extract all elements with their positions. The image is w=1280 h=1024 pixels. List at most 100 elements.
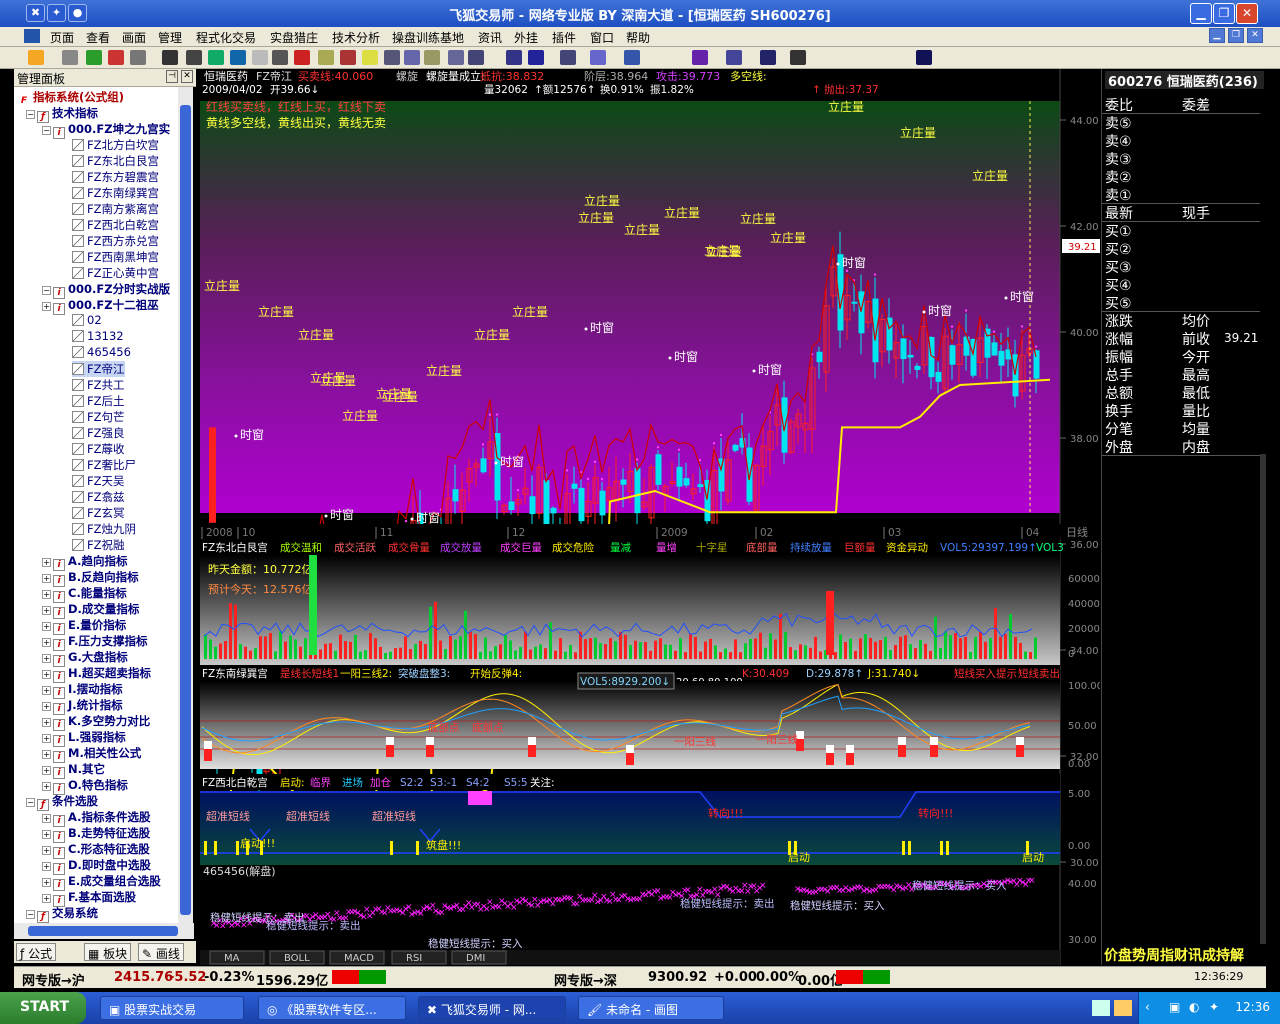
start-button[interactable]: START [0,992,86,1024]
tree-item[interactable]: FZ蓐收 [72,441,125,457]
quote-scrollbar[interactable] [1260,454,1266,944]
expand-icon[interactable]: + [42,686,51,695]
tree-item[interactable]: FZ东南绿巽宫 [72,185,159,201]
expand-icon[interactable]: + [42,862,51,871]
app-small-icon[interactable] [24,29,40,43]
tree-item[interactable]: 02 [72,313,102,329]
expand-icon[interactable]: + [42,702,51,711]
tree-item[interactable]: − i 000.FZ坤之九宫实 [42,121,170,139]
menu-item[interactable]: 资讯 [478,29,502,46]
expand-icon[interactable]: + [42,782,51,791]
tree-hscrollbar[interactable] [14,923,194,939]
task-feihu[interactable]: ✖ 飞狐交易师 - 网... [418,996,566,1020]
book2-icon[interactable] [272,50,288,65]
sh-index-name[interactable]: 网专版→沪 [22,970,85,989]
minimize-button[interactable]: ▁ [1190,3,1212,24]
menu-item[interactable]: 页面 [50,29,74,46]
expand-icon[interactable]: + [42,846,51,855]
tree-item[interactable]: + i H.超买超卖指标 [42,665,151,683]
layout3-icon[interactable] [424,50,440,65]
save-as-icon[interactable] [62,50,78,65]
open-icon[interactable] [28,50,44,65]
layout1-icon[interactable] [384,50,400,65]
tree-item[interactable]: FZ翕兹 [72,489,125,505]
mdi-close-icon[interactable]: ✕ [1247,28,1263,43]
menu-item[interactable]: 查看 [86,29,110,46]
ime-icon[interactable] [1114,1000,1132,1016]
task-stock-trade[interactable]: ▣ 股票实战交易 [100,996,244,1020]
tree-scrollbar[interactable] [178,87,193,923]
zoom-icon[interactable] [318,50,334,65]
expand-icon[interactable]: + [42,878,51,887]
tree-item[interactable]: + i O.特色指标 [42,777,128,795]
right-icon[interactable] [130,50,146,65]
tree-item[interactable]: FZ北方白坎宫 [72,137,159,153]
task-forum[interactable]: ◎ 《股票软件专区... [258,996,406,1020]
tree-item[interactable]: + i D.即时盘中选股 [42,857,151,875]
close-button[interactable]: ✕ [1236,3,1258,24]
tree-item[interactable]: FZ句芒 [72,409,125,425]
table-icon[interactable] [208,50,224,65]
menu-item[interactable]: 程式化交易 [196,29,256,46]
menu-item[interactable]: 画面 [122,29,146,46]
menu-item[interactable]: 帮助 [626,29,650,46]
vline-icon[interactable] [590,50,606,65]
security-icon[interactable]: ✦ [1209,1000,1219,1014]
mdi-minimize-icon[interactable]: ▁ [1209,28,1225,43]
expand-icon[interactable]: + [42,750,51,759]
menu-item[interactable]: 窗口 [590,29,614,46]
menu-item[interactable]: 操盘训练基地 [392,29,464,46]
tab-sector[interactable]: ▦ 板块 [84,943,132,961]
tree-item[interactable]: FZ东北白艮宫 [72,153,159,169]
tree-item[interactable]: + i J.统计指标 [42,697,123,715]
expand-icon[interactable]: + [42,302,51,311]
quote-ticker[interactable]: 价盘势周指财讯成持解 [1102,945,1267,965]
tree-item[interactable]: + i I.摆动指标 [42,681,123,699]
chart-area[interactable]: 恒瑞医药 FZ帝江 买卖线:40.060 螺旋 螺旋量成立: 抵抗:38.832… [200,69,1103,965]
hline-icon[interactable] [560,50,576,65]
fan-icon[interactable] [624,50,640,65]
search-icon[interactable] [294,50,310,65]
circle-icon[interactable] [760,50,776,65]
save-icon[interactable] [916,50,932,65]
tree-item[interactable]: F 指标系统(公式组) [18,89,124,108]
expand-icon[interactable]: + [42,766,51,775]
layout5-icon[interactable] [468,50,484,65]
line-icon[interactable] [528,50,544,65]
tree-item[interactable]: FZ玄冥 [72,505,125,521]
mdi-restore-icon[interactable]: ❐ [1228,28,1244,43]
tree-item[interactable]: + i F.压力支撑指标 [42,633,148,651]
tree-item[interactable]: 465456 [72,345,131,361]
expand-icon[interactable]: + [42,718,51,727]
tree-item[interactable]: + i A.趋向指标 [42,553,127,571]
expand-icon[interactable]: − [42,286,51,295]
tree-item[interactable]: + i L.强弱指标 [42,729,126,747]
tree-item[interactable]: − ƒ 交易系统 [26,905,98,923]
expand-icon[interactable]: + [42,894,51,903]
tab-draw[interactable]: ✎ 画线 [138,943,184,961]
tree-item[interactable]: FZ东方碧震宫 [72,169,159,185]
menu-item[interactable]: 管理 [158,29,182,46]
tree-item[interactable]: FZ天吴 [72,473,125,489]
menu-item[interactable]: 外挂 [514,29,538,46]
rect-icon[interactable] [726,50,742,65]
expand-icon[interactable]: − [26,798,35,807]
tree-item[interactable]: FZ西南黑坤宫 [72,249,159,265]
tree-item[interactable]: FZ正心黄中宫 [72,265,159,281]
expand-icon[interactable]: + [42,558,51,567]
layout4-icon[interactable] [448,50,464,65]
tree-item[interactable]: + i K.多空势力对比 [42,713,150,731]
expand-icon[interactable]: + [42,654,51,663]
task-paint[interactable]: 🖌 未命名 - 画图 [578,996,724,1020]
sz-index-name[interactable]: 网专版→深 [554,970,617,989]
tree-item[interactable]: + i C.形态特征选股 [42,841,150,859]
pin-icon[interactable]: ⊣ [166,70,178,83]
expand-icon[interactable]: + [42,670,51,679]
tree-item[interactable]: FZ帝江 [72,361,125,377]
tree-item[interactable]: + i N.其它 [42,761,105,779]
channel-icon[interactable] [692,50,708,65]
delete-icon[interactable] [108,50,124,65]
book-icon[interactable] [252,50,268,65]
move-icon[interactable] [86,50,102,65]
pen-icon[interactable] [362,50,378,65]
